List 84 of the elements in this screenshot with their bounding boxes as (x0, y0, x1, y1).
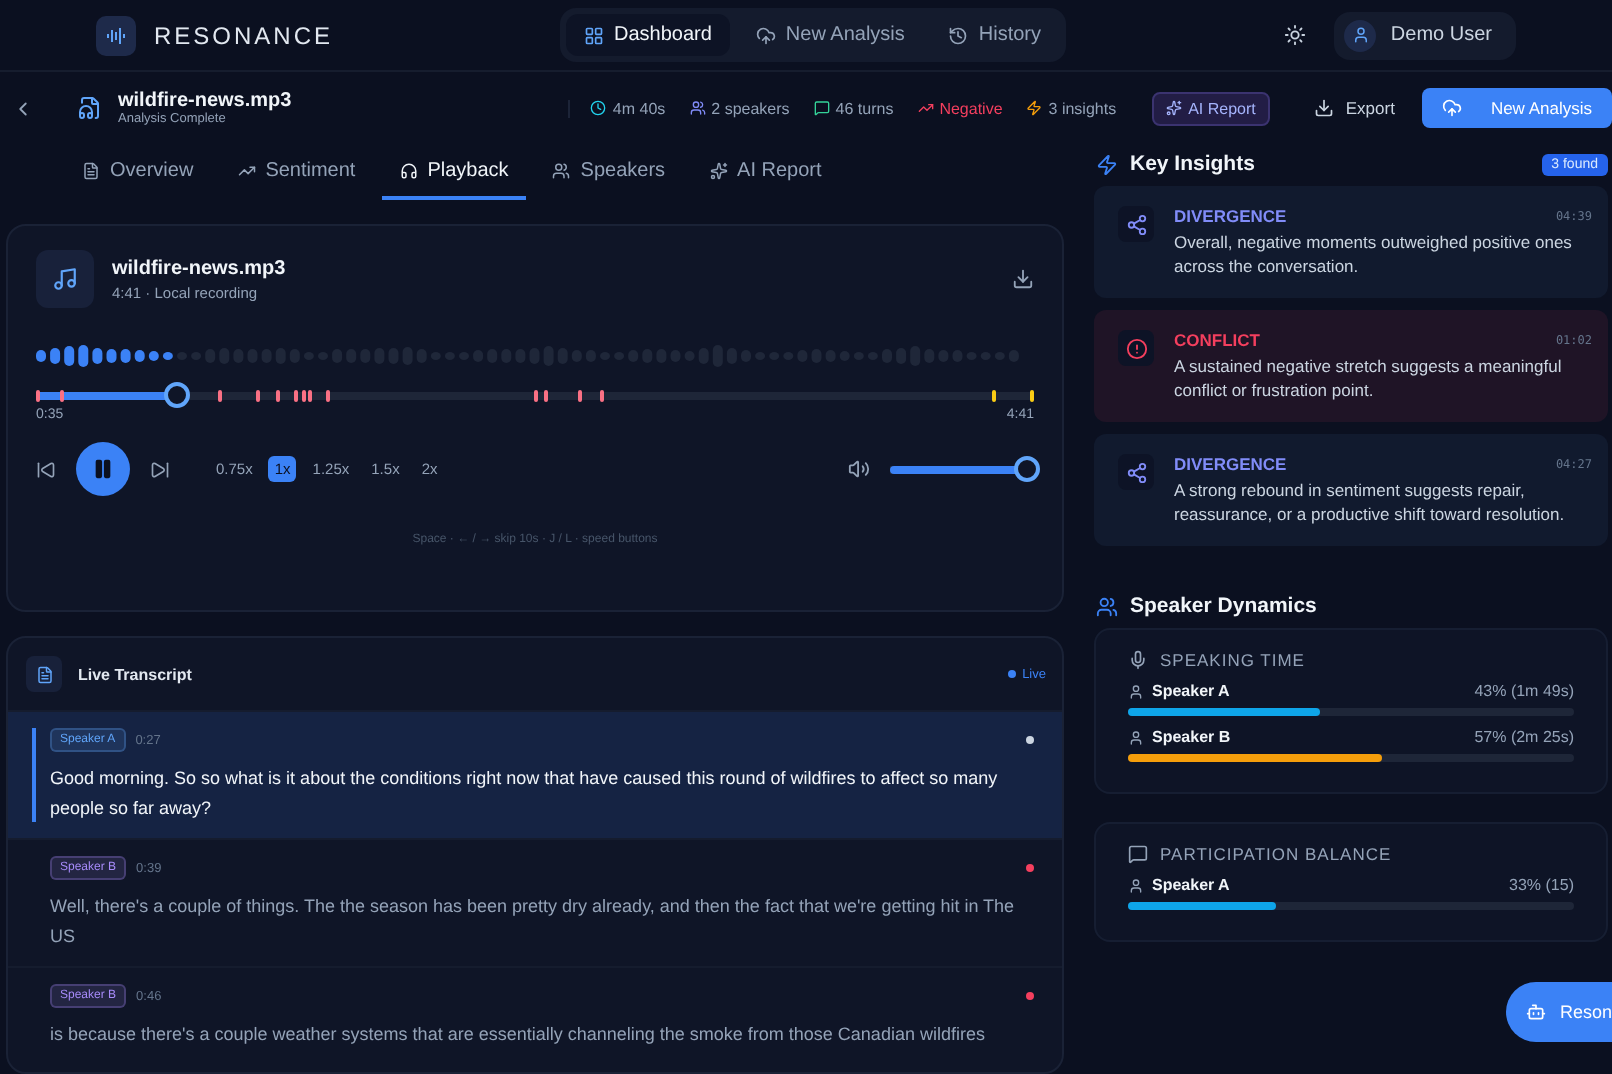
trend-icon (917, 100, 934, 116)
branch-icon (1118, 454, 1154, 490)
speaker-name: Speaker A (1152, 876, 1230, 894)
volume-icon[interactable] (848, 458, 870, 480)
microphone-icon (1128, 650, 1148, 670)
new-analysis-button[interactable]: New Analysis (1422, 88, 1612, 128)
speaker-name: Speaker B (1152, 728, 1231, 746)
upload-icon (1442, 98, 1463, 118)
headphones-icon (399, 161, 418, 179)
view-tab[interactable]: Sentiment (219, 144, 374, 200)
download-icon (1313, 98, 1334, 118)
speaker-reading: 57% (2m 25s) (1474, 728, 1574, 746)
skip-forward-icon (150, 459, 170, 479)
sun-icon[interactable] (1284, 24, 1307, 46)
progress-thumb[interactable] (163, 382, 190, 408)
pause-button[interactable] (76, 442, 130, 496)
users-icon (552, 161, 571, 179)
music-icon (36, 250, 94, 308)
stat-label: Negative (905, 99, 1015, 117)
view-tab[interactable]: AI Report (691, 144, 840, 200)
insight-text: A strong rebound in sentiment suggests repair, reassurance, or a productive shift toward resolution. (1174, 478, 1567, 526)
ai-report-button[interactable]: AI Report (1152, 91, 1270, 125)
transcript-title: Live Transcript (78, 665, 192, 683)
speaker-name: Speaker A (1152, 682, 1230, 700)
section-title: Key Insights (1130, 152, 1255, 176)
insight-text: A sustained negative stretch suggests a meaningful conflict or frustration point. (1174, 354, 1564, 402)
nav-tab[interactable]: New Analysis (737, 14, 923, 56)
skip-back-icon (36, 459, 56, 479)
entry-text: Good morning. So so what is it about the conditions right now that have caused this round of wildfires to affect so many people so far away? (50, 766, 1000, 822)
person-icon (1128, 729, 1144, 745)
clock-icon (590, 100, 607, 116)
card-title: PARTICIPATION BALANCE (1160, 844, 1392, 864)
brand-name: RESONANCE (154, 21, 334, 49)
track-title: wildfire-news.mp3 (112, 257, 288, 279)
branch-icon (1118, 206, 1154, 242)
insight-label: DIVERGENCE (1174, 206, 1287, 226)
person-icon (1128, 877, 1144, 893)
lightning-icon (1026, 100, 1043, 116)
stat-label: 46 turns (801, 99, 906, 117)
nav-tab[interactable]: History (930, 14, 1060, 56)
chat-icon (1128, 844, 1148, 864)
trend-icon (237, 161, 256, 179)
skip-forward-button[interactable] (150, 459, 170, 479)
view-tab[interactable]: Speakers (534, 144, 684, 200)
stat-label: 3 insights (1014, 99, 1129, 117)
stat-label: 2 speakers (677, 99, 802, 117)
pause-icon (92, 458, 114, 480)
download-icon[interactable] (1012, 268, 1034, 290)
lightning-icon (1096, 153, 1118, 175)
stat-label: 4m 40s (578, 99, 678, 117)
insight-label: DIVERGENCE (1174, 454, 1287, 474)
users-icon (1096, 595, 1118, 617)
export-button[interactable]: Export (1301, 96, 1407, 120)
volume-thumb[interactable] (1014, 456, 1041, 482)
document-icon (82, 161, 100, 179)
person-icon (1128, 683, 1144, 699)
sparkles-icon (709, 161, 728, 179)
chat-icon (813, 100, 830, 116)
skip-back-button[interactable] (36, 459, 56, 479)
insight-label: CONFLICT (1174, 330, 1260, 350)
insight-text: Overall, negative moments outweighed positive ones across the conversation. (1174, 230, 1574, 278)
grid-icon (584, 25, 604, 45)
document-icon (26, 656, 62, 692)
robot-icon (1525, 1002, 1546, 1022)
history-icon (948, 25, 969, 45)
assistant-button[interactable]: Reson (1505, 982, 1612, 1042)
upload-icon (755, 25, 776, 45)
audio-file-icon (78, 96, 102, 120)
entry-text: is because there's a couple weather systems that are essentially channeling the smoke from those Canadian wildfires (50, 1022, 987, 1048)
users-icon (689, 100, 706, 116)
section-title: Speaker Dynamics (1130, 594, 1317, 618)
user-button[interactable]: Demo User (1334, 11, 1516, 59)
speaker-reading: 43% (1m 49s) (1474, 682, 1574, 700)
view-tab[interactable]: Playback (381, 144, 527, 200)
entry-text: Well, there's a couple of things. The the season has been pretty dry already, and then the fact that we're getting hit in The US (50, 894, 1017, 950)
logo-icon (96, 15, 136, 55)
nav-tab[interactable]: Dashboard (566, 14, 730, 56)
sparkles-icon (1166, 100, 1183, 116)
card-title: SPEAKING TIME (1160, 650, 1305, 670)
file-name: wildfire-news.mp3 (118, 90, 294, 112)
alert-icon (1118, 330, 1154, 366)
avatar-icon (1344, 19, 1377, 51)
speaker-reading: 33% (15) (1509, 876, 1574, 894)
view-tab[interactable]: Overview (64, 144, 212, 200)
